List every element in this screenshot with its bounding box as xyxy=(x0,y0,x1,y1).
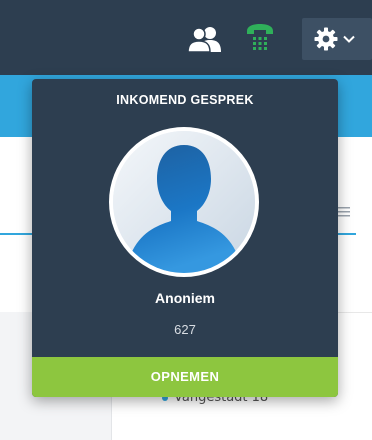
phone-dialpad-icon[interactable] xyxy=(245,22,275,54)
chevron-down-icon xyxy=(343,35,355,43)
caller-name: Anoniem xyxy=(155,290,215,306)
incoming-call-popup: INKOMEND GESPREK Anoniem 627 OPNEMEN xyxy=(32,79,338,397)
caller-number: 627 xyxy=(174,322,196,337)
top-navbar xyxy=(0,0,372,75)
app-screen: Vangestadt 18 INKOMEND GESPREK Anoniem 6… xyxy=(0,0,372,440)
answer-call-button[interactable]: OPNEMEN xyxy=(32,357,338,397)
settings-dropdown-button[interactable] xyxy=(302,18,372,60)
caller-avatar xyxy=(109,127,259,277)
popup-title: INKOMEND GESPREK xyxy=(116,93,254,107)
anonymous-user-silhouette-icon xyxy=(113,131,255,273)
gear-icon xyxy=(314,27,338,51)
menu-icon[interactable] xyxy=(336,206,350,218)
contacts-icon[interactable] xyxy=(188,26,222,52)
